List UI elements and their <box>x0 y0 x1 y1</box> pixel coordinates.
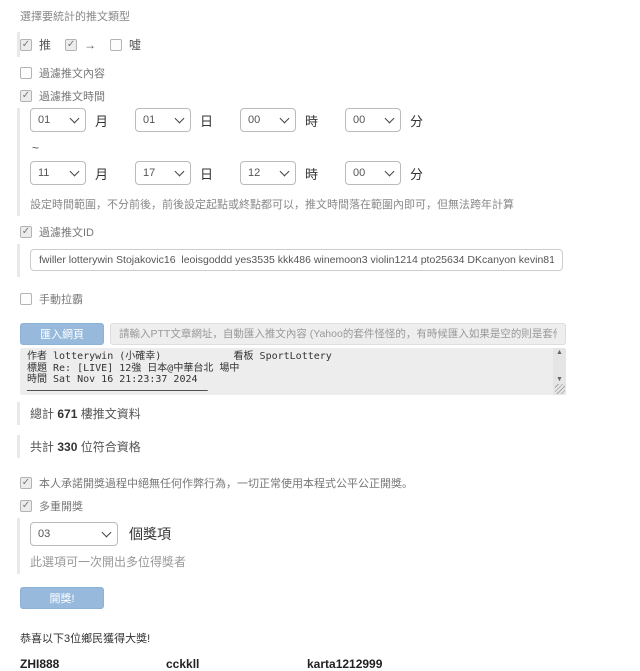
day-unit-label: 日 <box>200 113 214 129</box>
push-type-option-boo: 噓 <box>110 36 141 53</box>
filter-time-row: 過濾推文時間 <box>20 88 620 104</box>
prize-unit-label: 個獎項 <box>129 526 171 542</box>
to-day-select[interactable]: 17 <box>135 161 192 185</box>
scroll-up-icon[interactable]: ▲ <box>553 348 566 357</box>
pledge-checkbox[interactable] <box>20 477 32 489</box>
prize-count-select[interactable]: 03 <box>30 522 118 546</box>
article-textarea[interactable]: 作者 lotterywin (小確幸) 看板 SportLottery 標題 R… <box>20 348 566 395</box>
filter-time-label: 過濾推文時間 <box>39 91 105 103</box>
multi-draw-label: 多重開獎 <box>39 501 83 513</box>
chevron-down-icon <box>101 527 112 538</box>
scroll-down-icon[interactable]: ▼ <box>553 375 566 384</box>
time-range-block: 01 月 01 日 00 時 00 分 ~ 11 月 17 日 12 時 00 … <box>17 108 620 216</box>
pledge-row: 本人承諾開獎過程中絕無任何作弊行為，一切正常使用本程式公平公正開獎。 <box>20 475 620 491</box>
import-url-input[interactable] <box>110 323 566 345</box>
minute-unit-label: 分 <box>410 113 424 129</box>
boo-checkbox[interactable] <box>110 38 123 51</box>
month-unit-label: 月 <box>95 113 109 129</box>
chevron-down-icon <box>279 113 290 124</box>
push-type-option-push: 推 <box>20 36 51 53</box>
time-to-row: 11 月 17 日 12 時 00 分 <box>30 161 620 185</box>
to-month-select[interactable]: 11 <box>30 161 86 185</box>
push-type-option-arrow: → <box>65 38 96 52</box>
chevron-down-icon <box>384 113 395 124</box>
push-checkbox-label: 推 <box>39 38 52 52</box>
qualified-stat: 共計 330 位符合資格 <box>17 435 620 458</box>
multi-draw-checkbox[interactable] <box>20 500 32 512</box>
push-checkbox[interactable] <box>20 38 32 51</box>
chevron-down-icon <box>69 166 80 177</box>
hour-unit-label: 時 <box>305 166 319 182</box>
pledge-label: 本人承諾開獎過程中絕無任何作弊行為，一切正常使用本程式公平公正開獎。 <box>39 478 413 490</box>
arrow-checkbox-label: → <box>84 37 97 52</box>
filter-content-label: 過濾推文內容 <box>39 68 105 80</box>
winner-name: ZHI888 <box>20 657 60 671</box>
manual-row: 手動拉霸 <box>20 291 620 307</box>
filter-content-row: 過濾推文內容 <box>20 65 620 81</box>
push-type-options: 推 → 噓 <box>17 32 620 57</box>
import-url-button[interactable]: 匯入網頁 <box>20 323 104 345</box>
draw-button[interactable]: 開獎! <box>20 587 104 609</box>
winner-name: cckkll <box>166 657 200 671</box>
minute-unit-label: 分 <box>410 166 424 182</box>
time-range-tilde: ~ <box>32 141 40 155</box>
resize-grip-icon[interactable] <box>555 384 565 394</box>
arrow-checkbox[interactable] <box>65 38 78 51</box>
multi-draw-row: 多重開獎 <box>20 498 620 514</box>
prize-count-row: 03 個獎項 <box>30 522 620 546</box>
total-pushes-value: 671 <box>57 407 78 421</box>
from-hour-select[interactable]: 00 <box>240 108 297 132</box>
qualified-value: 330 <box>57 440 78 454</box>
multi-draw-note: 此選項可一次開出多位得獎者 <box>30 555 187 569</box>
time-range-note: 設定時間範圍，不分前後，前後設定起點或終點都可以，推文時間落在範圍內即可，但無法… <box>30 199 514 211</box>
chevron-down-icon <box>174 166 185 177</box>
from-month-select[interactable]: 01 <box>30 108 86 132</box>
to-hour-select[interactable]: 12 <box>240 161 297 185</box>
day-unit-label: 日 <box>200 166 214 182</box>
from-minute-select[interactable]: 00 <box>345 108 402 132</box>
chevron-down-icon <box>279 166 290 177</box>
multi-draw-block: 03 個獎項 此選項可一次開出多位得獎者 <box>17 518 620 574</box>
article-content: 作者 lotterywin (小確幸) 看板 SportLottery 標題 R… <box>27 351 332 395</box>
time-from-row: 01 月 01 日 00 時 00 分 <box>30 108 620 132</box>
filter-id-checkbox[interactable] <box>20 226 32 238</box>
winner-name: karta1212999 <box>307 657 383 671</box>
to-minute-select[interactable]: 00 <box>345 161 402 185</box>
hour-unit-label: 時 <box>305 113 319 129</box>
lottery-form: 選擇要統計的推文類型 推 → 噓 過濾推文內容 過濾推文時間 01 月 01 日… <box>0 0 620 671</box>
import-row: 匯入網頁 <box>20 323 566 345</box>
boo-checkbox-label: 噓 <box>129 38 142 52</box>
id-filter-input[interactable] <box>30 249 563 271</box>
total-pushes-stat: 總計 671 樓推文資料 <box>17 402 620 425</box>
winners-row: ZHI888 cckkll karta1212999 <box>20 657 620 671</box>
from-day-select[interactable]: 01 <box>135 108 192 132</box>
filter-id-row: 過濾推文ID <box>20 224 620 240</box>
id-filter-block <box>17 244 620 277</box>
filter-time-checkbox[interactable] <box>20 90 32 102</box>
filter-content-checkbox[interactable] <box>20 67 32 79</box>
manual-checkbox[interactable] <box>20 293 32 305</box>
result-headline: 恭喜以下3位鄉民獲得大獎! <box>20 633 151 645</box>
month-unit-label: 月 <box>95 166 109 182</box>
chevron-down-icon <box>384 166 395 177</box>
chevron-down-icon <box>174 113 185 124</box>
filter-id-label: 過濾推文ID <box>39 227 94 239</box>
manual-label: 手動拉霸 <box>39 294 83 306</box>
chevron-down-icon <box>69 113 80 124</box>
push-type-section-label: 選擇要統計的推文類型 <box>20 11 130 23</box>
